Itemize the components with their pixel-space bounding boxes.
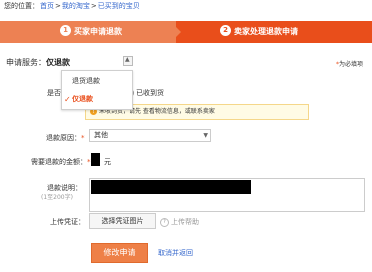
service-type-value: 仅退款	[46, 58, 70, 67]
refund-amount-redacted	[91, 153, 100, 166]
modify-application-button[interactable]: 修改申请	[91, 243, 148, 263]
received-goods-option-label: 已收到货	[136, 89, 164, 97]
refund-reason-select[interactable]: 其他 ▼	[89, 129, 211, 142]
step-number: 1	[60, 25, 71, 36]
progress-steps: 1 买家申请退款 2 卖家处理退款申请	[0, 16, 372, 50]
breadcrumb-separator: >	[55, 2, 61, 10]
breadcrumb-my-taobao-link[interactable]: 我的淘宝	[62, 2, 90, 10]
dropdown-option-label: 退货退款	[72, 77, 100, 85]
cancel-and-return-link[interactable]: 取消并返回	[158, 248, 193, 258]
select-evidence-image-button[interactable]: 选择凭证图片	[89, 213, 156, 229]
required-text: 为必填项	[339, 61, 364, 68]
required-star: *	[87, 158, 91, 166]
refund-amount-unit: 元	[104, 158, 111, 166]
step-number: 2	[220, 25, 231, 36]
service-type-row: 申请服务：仅退款	[6, 57, 70, 68]
breadcrumb-prefix: 您的位置：	[4, 2, 39, 10]
step-label: 买家申请退款	[74, 27, 122, 36]
refund-reason-label-text: 退款原因：	[46, 134, 81, 142]
refund-amount-label-text: 需要退款的金额：	[31, 158, 87, 166]
dropdown-option-refund-only[interactable]: ✓ 仅退款	[62, 92, 132, 107]
step-seller-processing: 2 卖家处理退款申请	[176, 21, 372, 43]
service-type-label: 申请服务：	[6, 58, 46, 67]
upload-evidence-label: 上传凭证：	[50, 218, 85, 226]
dropdown-option-label: 仅退款	[72, 95, 93, 103]
breadcrumb-bought-items-link[interactable]: 已买到的宝贝	[98, 2, 140, 10]
required-note: *为必填项	[336, 59, 363, 68]
step-arrow	[170, 21, 181, 43]
checkmark-icon: ✓	[64, 95, 71, 104]
service-type-dropdown-toggle[interactable]: ▲	[123, 56, 133, 66]
refund-description-hint: (1至200字)	[41, 194, 73, 201]
refund-amount-label: 需要退款的金额：*	[31, 157, 91, 167]
refund-description-redacted	[91, 180, 251, 194]
breadcrumb: 您的位置：首页>我的淘宝>已买到的宝贝	[4, 1, 141, 11]
upload-help-text: 上传帮助	[171, 218, 199, 226]
service-type-dropdown: 退货退款 ✓ 仅退款	[61, 70, 133, 110]
dropdown-option-return-refund[interactable]: 退货退款	[62, 74, 132, 89]
question-icon: ?	[160, 217, 169, 227]
breadcrumb-home-link[interactable]: 首页	[40, 2, 54, 10]
refund-reason-label: 退款原因：*	[46, 133, 85, 143]
step-apply-refund: 1 买家申请退款	[0, 21, 178, 43]
refund-reason-value: 其他	[94, 131, 108, 139]
upload-help-link[interactable]: ? 上传帮助	[160, 217, 199, 227]
required-star: *	[81, 134, 85, 142]
chevron-up-icon: ▲	[125, 56, 130, 63]
breadcrumb-separator: >	[90, 2, 97, 10]
chevron-down-icon: ▼	[203, 132, 208, 139]
step-label: 卖家处理退款申请	[234, 27, 298, 36]
